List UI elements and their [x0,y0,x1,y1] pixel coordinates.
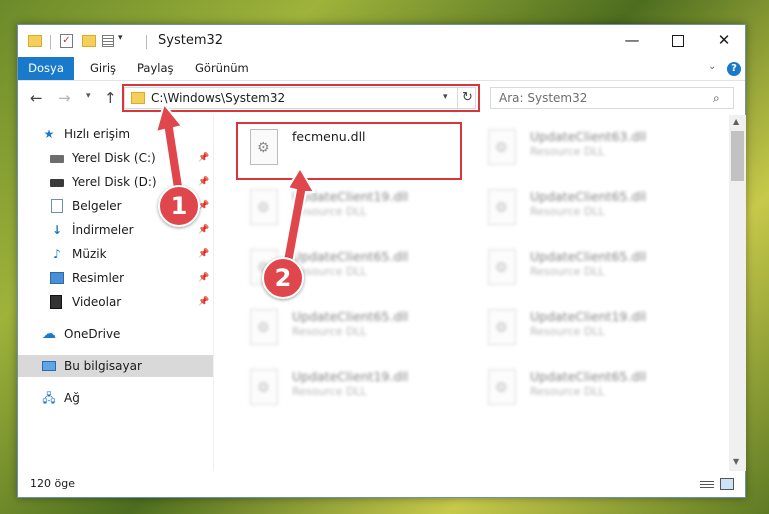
recent-locations-icon[interactable]: ▾ [86,91,91,101]
pictures-icon [50,272,64,284]
properties-check-icon[interactable]: ✓ [60,34,73,48]
sidebar-item-videos[interactable]: Videolar 📌 [18,291,213,313]
search-icon[interactable]: ⌕ [713,91,720,106]
customize-toolbar-icon[interactable] [102,35,114,47]
close-button[interactable]: ✕ [701,25,747,55]
search-input[interactable]: Ara: System32 ⌕ [490,87,734,109]
tab-view[interactable]: Görünüm [195,57,249,80]
expand-ribbon-icon[interactable]: ⌄ [708,61,716,72]
new-folder-icon[interactable] [82,35,96,47]
search-placeholder: Ara: System32 [499,91,588,105]
dll-file-icon [488,369,516,405]
large-icons-view-icon[interactable] [720,478,734,490]
sidebar-item-pictures[interactable]: Resimler 📌 [18,267,213,289]
file-item[interactable]: UpdateClient65.dll Resource DLL [478,363,698,413]
music-icon: ♪ [53,247,61,261]
download-icon: ↓ [51,223,63,237]
pin-icon[interactable]: 📌 [198,219,209,241]
details-view-icon[interactable] [700,479,714,490]
sidebar-item-music[interactable]: ♪ Müzik 📌 [18,243,213,265]
navigation-bar: ← → ▾ ↑ C:\Windows\System32 ▾ ↻ Ara: Sys… [18,81,745,115]
quick-access-dropdown-icon[interactable]: ▾ [118,33,123,49]
file-item[interactable]: UpdateClient63.dll Resource DLL [478,123,698,173]
maximize-icon [672,34,684,47]
documents-icon [51,199,63,213]
disk-icon [50,155,64,163]
sidebar-item-network[interactable]: 🖧 Ağ [18,387,213,409]
pin-icon[interactable]: 📌 [198,243,209,265]
dll-file-icon [488,129,516,165]
videos-icon [50,295,62,309]
explorer-window: ✓ ▾ System32 — ✕ Dosya Giriş Paylaş Görü… [17,24,746,498]
toolbar-separator [146,35,147,49]
star-icon: ★ [43,127,55,141]
back-button[interactable]: ← [30,89,43,107]
maximize-button[interactable] [655,25,701,55]
item-count: 120 öge [30,477,75,490]
dll-file-icon [488,189,516,225]
up-button[interactable]: ↑ [104,89,117,107]
callout-badge-2: 2 [262,257,304,299]
disk-icon [50,179,64,187]
file-item[interactable]: UpdateClient19.dll Resource DLL [478,303,698,353]
folder-icon [28,35,42,47]
sidebar-item-onedrive[interactable]: ☁ OneDrive [18,323,213,345]
toolbar-separator [50,35,51,49]
scroll-up-icon[interactable]: ▲ [733,117,739,126]
dll-file-icon [488,309,516,345]
forward-button[interactable]: → [58,89,71,107]
pin-icon[interactable]: 📌 [198,267,209,289]
dll-file-icon [250,369,278,405]
pin-icon[interactable]: 📌 [198,291,209,313]
file-item[interactable]: UpdateClient65.dll Resource DLL [240,303,460,353]
cloud-icon: ☁ [42,326,56,342]
title-bar: ✓ ▾ System32 — ✕ [18,25,745,57]
file-item[interactable]: UpdateClient65.dll Resource DLL [478,183,698,233]
scroll-thumb[interactable] [731,131,744,181]
dll-file-icon [250,309,278,345]
dll-file-icon [488,249,516,285]
file-item[interactable]: UpdateClient65.dll Resource DLL [478,243,698,293]
ribbon-tabs: Dosya Giriş Paylaş Görünüm ⌄ ? [18,57,745,81]
minimize-button[interactable]: — [609,25,655,55]
window-title: System32 [158,33,224,48]
callout-badge-1: 1 [158,185,200,227]
sidebar-item-this-pc[interactable]: Bu bilgisayar [18,355,213,377]
vertical-scrollbar[interactable]: ▲ ▼ [729,115,746,471]
help-icon[interactable]: ? [727,62,741,76]
file-item[interactable]: UpdateClient19.dll Resource DLL [240,363,460,413]
tab-home[interactable]: Giriş [90,57,116,80]
tab-share[interactable]: Paylaş [137,57,174,80]
computer-icon [42,361,56,371]
status-bar: 120 öge [18,471,745,497]
network-icon: 🖧 [42,391,56,405]
scroll-down-icon[interactable]: ▼ [733,457,739,466]
tab-file[interactable]: Dosya [18,57,74,80]
